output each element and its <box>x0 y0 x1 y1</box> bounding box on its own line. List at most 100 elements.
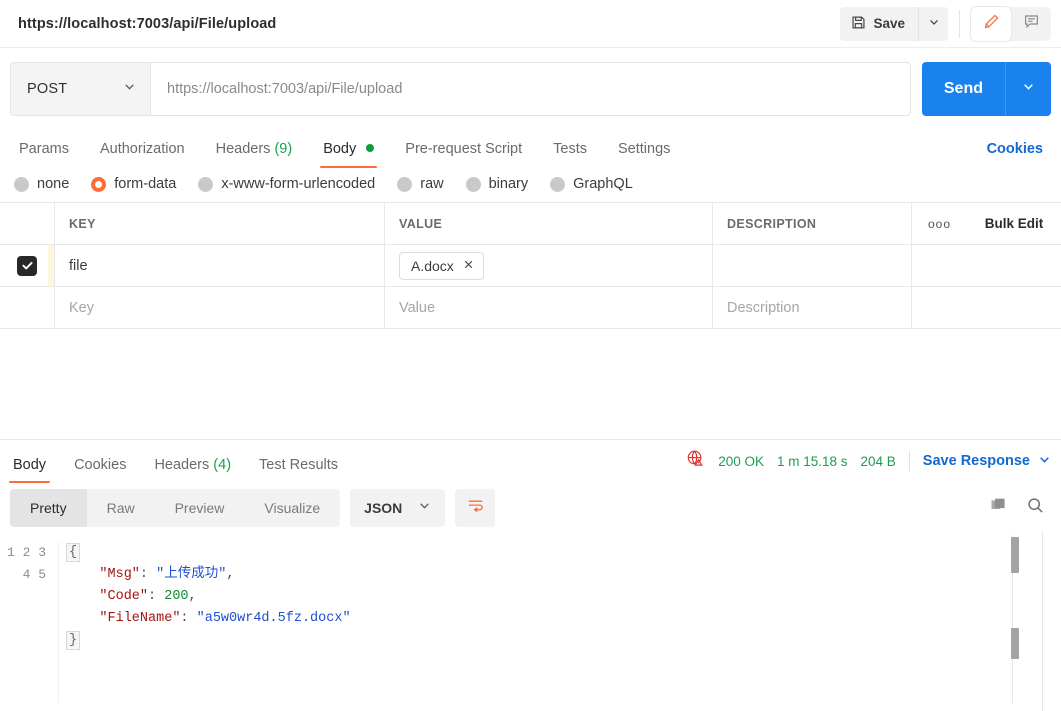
radio-icon <box>550 176 566 192</box>
scrollbar-thumb-upper[interactable] <box>1011 537 1019 573</box>
request-tabs: Params Authorization Headers (9) Body Pr… <box>0 128 1061 168</box>
response-tab-body[interactable]: Body <box>4 457 55 483</box>
request-title: https://localhost:7003/api/File/upload <box>18 15 277 32</box>
body-type-none-label: none <box>37 176 70 192</box>
body-type-binary[interactable]: binary <box>465 176 528 192</box>
save-button[interactable]: Save <box>840 7 918 41</box>
view-mode-preview[interactable]: Preview <box>155 489 245 527</box>
row-check-cell <box>0 245 54 286</box>
body-type-x-www-form-urlencoded[interactable]: x-www-form-urlencoded <box>198 176 375 192</box>
view-mode-visualize[interactable]: Visualize <box>244 489 340 527</box>
body-type-raw[interactable]: raw <box>397 176 444 192</box>
empty-row-description-placeholder: Description <box>727 299 800 316</box>
header-value-cell: VALUE <box>384 203 712 244</box>
tab-settings[interactable]: Settings <box>609 141 679 168</box>
empty-row-more-cell <box>911 287 967 328</box>
response-toolbar-actions <box>989 496 1051 520</box>
empty-row-value-input[interactable]: Value <box>384 287 712 328</box>
view-mode-pretty[interactable]: Pretty <box>10 489 87 527</box>
response-tab-headers-label: Headers <box>154 457 210 473</box>
table-more-options-button[interactable]: ooo <box>911 203 967 244</box>
copy-button[interactable] <box>989 496 1008 520</box>
json-value-filename: "a5w0wr4d.5fz.docx" <box>196 611 351 626</box>
fold-open-brace[interactable]: { <box>66 543 81 562</box>
body-type-radios: none form-data x-www-form-urlencoded raw… <box>0 168 1061 202</box>
response-tab-headers[interactable]: Headers (4) <box>145 457 240 483</box>
top-bar: https://localhost:7003/api/File/upload S… <box>0 0 1061 48</box>
text-wrap-button[interactable] <box>455 489 496 527</box>
bulk-edit-button[interactable]: Bulk Edit <box>967 203 1061 244</box>
search-button[interactable] <box>1026 496 1045 520</box>
header-key-label: KEY <box>69 216 96 231</box>
radio-selected-icon <box>91 176 107 192</box>
response-tab-body-label: Body <box>13 457 47 473</box>
body-type-none[interactable]: none <box>14 176 69 192</box>
chevron-down-icon <box>1022 80 1035 98</box>
response-status-code: 200 OK <box>718 453 764 469</box>
row-description-cell[interactable] <box>712 245 911 286</box>
method-select[interactable]: POST <box>11 63 151 115</box>
json-key-msg: "Msg" <box>99 567 140 582</box>
response-status-area: 200 OK 1 m 15.18 s 204 B Save Response <box>686 449 1051 483</box>
close-icon[interactable] <box>463 257 474 275</box>
comment-button[interactable] <box>1011 7 1051 41</box>
header-value-label: VALUE <box>399 216 443 231</box>
response-tab-test-results-label: Test Results <box>259 457 339 473</box>
empty-row-bulk-cell <box>967 287 1061 328</box>
response-format-label: JSON <box>364 500 403 516</box>
tab-pre-request-script-label: Pre-request Script <box>405 141 523 157</box>
body-type-x-www-form-urlencoded-label: x-www-form-urlencoded <box>221 176 376 192</box>
json-value-code: 200 <box>164 589 189 604</box>
response-tab-cookies[interactable]: Cookies <box>65 457 135 483</box>
row-key-cell[interactable]: file <box>54 245 384 286</box>
save-options-button[interactable] <box>918 6 948 41</box>
header-key-cell: KEY <box>54 203 384 244</box>
tab-params[interactable]: Params <box>10 141 78 168</box>
fold-close-brace[interactable]: } <box>66 631 81 650</box>
response-format-select[interactable]: JSON <box>350 489 446 527</box>
floppy-disk-icon <box>851 15 866 33</box>
view-toggle-group <box>971 6 1051 41</box>
edit-button[interactable] <box>971 6 1011 41</box>
tab-tests[interactable]: Tests <box>544 141 596 168</box>
send-button[interactable]: Send <box>921 62 1005 116</box>
response-tab-test-results[interactable]: Test Results <box>250 457 347 483</box>
radio-icon <box>397 176 413 192</box>
send-options-button[interactable] <box>1005 62 1051 116</box>
line-number-gutter: 1 2 3 4 5 <box>0 542 58 703</box>
row-checkbox[interactable] <box>17 255 37 276</box>
url-input[interactable]: https://localhost:7003/api/File/upload <box>151 63 910 115</box>
pencil-icon <box>983 13 1000 35</box>
json-code[interactable]: { "Msg": "上传成功", "Code": 200, "FileName"… <box>58 542 1061 703</box>
globe-warning-icon[interactable] <box>686 449 705 473</box>
line-numbers: 1 2 3 4 5 <box>6 545 46 582</box>
empty-row-key-input[interactable]: Key <box>54 287 384 328</box>
file-chip[interactable]: A.docx <box>399 251 484 280</box>
response-time: 1 m 15.18 s <box>776 453 848 469</box>
table-empty-space <box>0 329 1061 439</box>
save-button-group: Save <box>840 6 948 41</box>
save-response-button[interactable]: Save Response <box>923 453 1051 470</box>
comment-icon <box>1023 13 1040 35</box>
scrollbar-thumb-lower[interactable] <box>1011 628 1019 659</box>
empty-row-value-placeholder: Value <box>399 299 436 316</box>
tab-headers-count: (9) <box>274 141 293 157</box>
empty-row-description-input[interactable]: Description <box>712 287 911 328</box>
method-url-group: POST https://localhost:7003/api/File/upl… <box>10 62 911 116</box>
chevron-down-icon <box>123 80 136 98</box>
tab-pre-request-script[interactable]: Pre-request Script <box>396 141 531 168</box>
body-type-graphql[interactable]: GraphQL <box>550 176 633 192</box>
tab-headers[interactable]: Headers (9) <box>207 141 302 168</box>
chevron-down-icon <box>418 499 431 517</box>
body-type-form-data[interactable]: form-data <box>91 176 176 192</box>
body-modified-dot-icon <box>366 144 375 152</box>
right-edge-rail <box>1042 531 1043 711</box>
view-mode-raw[interactable]: Raw <box>87 489 155 527</box>
empty-row-key-placeholder: Key <box>69 299 94 316</box>
tab-authorization[interactable]: Authorization <box>91 141 194 168</box>
body-type-form-data-label: form-data <box>114 176 177 192</box>
table-header-row: KEY VALUE DESCRIPTION ooo Bulk Edit <box>0 203 1061 245</box>
tab-body[interactable]: Body <box>314 141 383 168</box>
row-value-cell[interactable]: A.docx <box>384 245 712 286</box>
cookies-link[interactable]: Cookies <box>987 141 1051 168</box>
